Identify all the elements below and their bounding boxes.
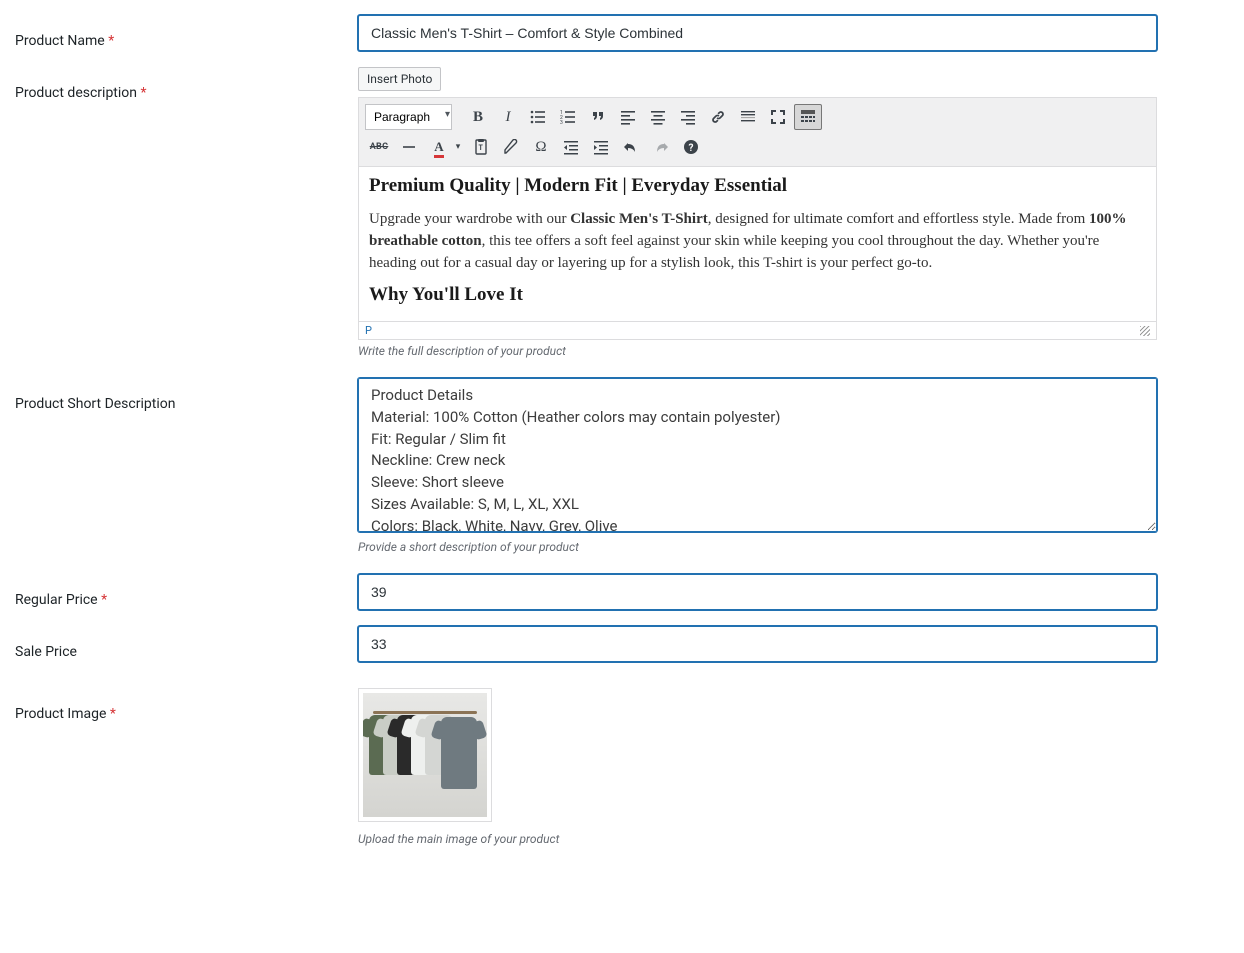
outdent-button[interactable]: [557, 134, 585, 160]
product-image-upload[interactable]: [358, 688, 492, 822]
insert-more-button[interactable]: [734, 104, 762, 130]
sale-price-label: Sale Price: [15, 626, 358, 660]
italic-button[interactable]: I: [494, 104, 522, 130]
rich-text-editor: Paragraph B I 123: [358, 97, 1157, 340]
paste-text-button[interactable]: T: [467, 134, 495, 160]
editor-path[interactable]: P: [365, 324, 372, 337]
svg-text:T: T: [479, 144, 484, 152]
regular-price-label: Regular Price *: [15, 574, 358, 608]
bold-button[interactable]: B: [464, 104, 492, 130]
bullet-list-button[interactable]: [524, 104, 552, 130]
strikethrough-button[interactable]: ABC: [365, 134, 393, 160]
redo-button[interactable]: [647, 134, 675, 160]
align-center-button[interactable]: [644, 104, 672, 130]
clear-formatting-button[interactable]: [497, 134, 525, 160]
editor-heading: Premium Quality | Modern Fit | Everyday …: [369, 175, 1146, 197]
short-description-textarea[interactable]: [358, 378, 1157, 532]
short-description-hint: Provide a short description of your prod…: [358, 540, 1157, 554]
editor-heading: Why You'll Love It: [369, 284, 1146, 306]
text-color-button[interactable]: A: [425, 134, 453, 160]
fullscreen-button[interactable]: [764, 104, 792, 130]
product-description-label: Product description *: [15, 67, 358, 101]
editor-toolbar: Paragraph B I 123: [359, 98, 1156, 167]
align-right-button[interactable]: [674, 104, 702, 130]
blockquote-button[interactable]: [584, 104, 612, 130]
svg-text:3: 3: [560, 120, 563, 125]
svg-text:?: ?: [689, 143, 694, 154]
product-name-label: Product Name *: [15, 15, 358, 49]
editor-status-bar: P: [359, 321, 1156, 339]
sale-price-input[interactable]: [358, 626, 1157, 662]
text-color-dropdown[interactable]: ▾: [451, 134, 465, 160]
short-description-label: Product Short Description: [15, 378, 358, 412]
align-left-button[interactable]: [614, 104, 642, 130]
product-image-label: Product Image *: [15, 688, 358, 722]
link-button[interactable]: [704, 104, 732, 130]
editor-content-area[interactable]: Premium Quality | Modern Fit | Everyday …: [359, 167, 1156, 321]
horizontal-rule-button[interactable]: [395, 134, 423, 160]
special-character-button[interactable]: Ω: [527, 134, 555, 160]
product-name-input[interactable]: [358, 15, 1157, 51]
editor-paragraph: Upgrade your wardrobe with our Classic M…: [369, 209, 1146, 274]
product-image-thumbnail: [363, 693, 487, 817]
numbered-list-button[interactable]: 123: [554, 104, 582, 130]
toolbar-toggle-button[interactable]: [794, 104, 822, 130]
product-image-hint: Upload the main image of your product: [358, 832, 1157, 846]
help-button[interactable]: ?: [677, 134, 705, 160]
regular-price-input[interactable]: [358, 574, 1157, 610]
undo-button[interactable]: [617, 134, 645, 160]
indent-button[interactable]: [587, 134, 615, 160]
description-hint: Write the full description of your produ…: [358, 344, 1157, 358]
resize-handle-icon[interactable]: [1140, 326, 1150, 336]
format-select[interactable]: Paragraph: [365, 104, 452, 130]
insert-photo-button[interactable]: Insert Photo: [358, 67, 441, 91]
